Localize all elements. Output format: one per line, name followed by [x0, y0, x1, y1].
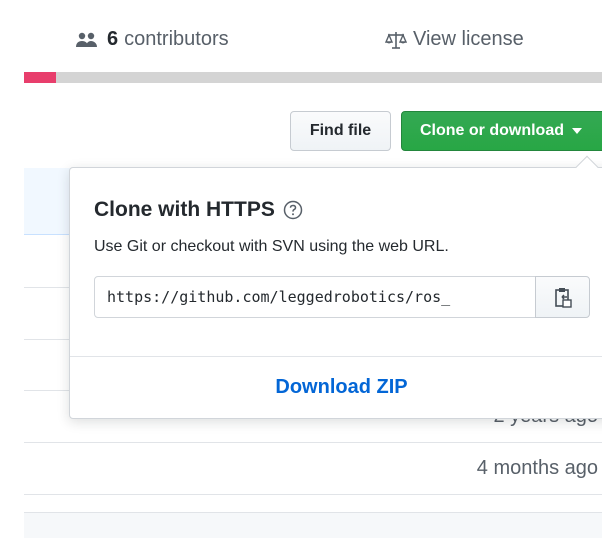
contributors-label: contributors — [124, 28, 229, 50]
contributors-count: 6 — [107, 28, 119, 50]
panel-divider — [70, 356, 602, 357]
view-license-label: View license — [413, 28, 524, 50]
clone-button-label: Clone or download — [420, 122, 564, 139]
table-row[interactable]: 4 months ago — [24, 443, 602, 495]
readme-header — [24, 512, 602, 538]
clone-panel-title: Clone with HTTPS — [94, 198, 303, 222]
question-help-icon[interactable] — [283, 200, 303, 220]
people-icon — [76, 32, 97, 47]
clone-or-download-button[interactable]: Clone or download — [401, 111, 602, 151]
find-file-button[interactable]: Find file — [290, 111, 391, 151]
clone-dropdown-panel: Clone with HTTPS Use Git or checkout wit… — [69, 155, 602, 419]
clone-url-input[interactable] — [94, 276, 536, 318]
row-age: 4 months ago — [476, 457, 598, 479]
law-scale-icon — [385, 31, 407, 49]
clipboard-icon — [554, 288, 572, 308]
repo-summary-bar: 6 contributors View license — [0, 0, 602, 70]
language-segment-primary[interactable] — [24, 72, 56, 83]
caret-down-icon — [572, 128, 582, 134]
contributors-link[interactable]: 6 contributors — [75, 28, 229, 51]
view-license-link[interactable]: View license — [385, 28, 524, 51]
copy-to-clipboard-button[interactable] — [535, 276, 590, 318]
download-zip-link[interactable]: Download ZIP — [70, 376, 602, 399]
clone-panel-description: Use Git or checkout with SVN using the w… — [94, 238, 449, 255]
language-bar[interactable] — [24, 72, 602, 83]
dropdown-pointer — [575, 155, 599, 179]
clone-title-text: Clone with HTTPS — [94, 198, 275, 221]
